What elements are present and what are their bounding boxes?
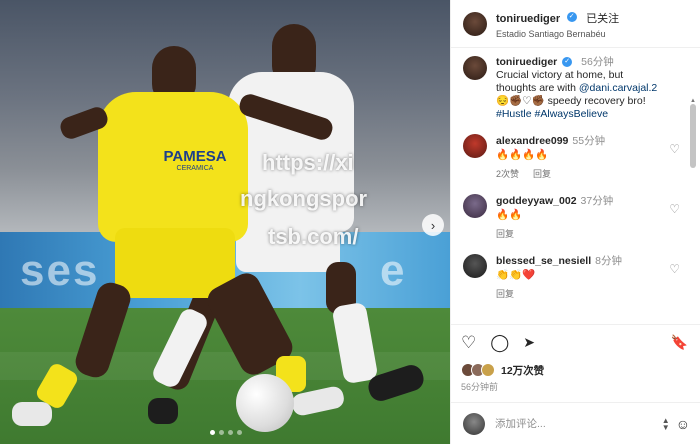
comment-icon[interactable]: ◯ [490,333,509,353]
avatar[interactable] [463,134,487,158]
caption-body: toniruediger ✓ 56分钟 Crucial victory at h… [496,56,657,121]
shirt-sponsor: PAMESA CERAMICA [160,148,230,172]
reply-button[interactable]: 回复 [496,287,514,301]
comment-text: 🔥🔥 [496,209,523,221]
comment-text: 👏👏❤️ [496,269,536,281]
post-sidebar: toniruediger ✓ 已关注 Estadio Santiago Bern… [450,0,700,444]
white-player-boot-left [148,398,178,424]
comment-time: 55分钟 [572,135,606,147]
next-photo-button[interactable]: › [422,214,444,236]
reply-button[interactable]: 回复 [496,227,514,241]
posted-ago: 56分钟前 [461,382,499,392]
emoji-icon[interactable]: ☺ [676,416,690,432]
comment-username[interactable]: blessed_se_nesiell [496,255,591,267]
instagram-post-window: ses e PAMESA CERAMICA https://xi ngkongs… [0,0,700,444]
comment-text: 🔥🔥🔥🔥 [496,149,549,161]
following-status[interactable]: 已关注 [586,13,619,25]
post-caption: toniruediger ✓ 56分钟 Crucial victory at h… [463,56,686,121]
carousel-dot [237,430,242,435]
like-heart-icon[interactable]: ♡ [461,333,476,353]
comment-likes-count[interactable]: 2次赞 [496,167,519,181]
avatar[interactable] [463,194,487,218]
carousel-dot [228,430,233,435]
watermark-line3: tsb.com/ [268,224,359,249]
heart-icon[interactable]: ♡ [669,142,680,156]
caption-line2-prefix: thoughts are with [496,82,579,94]
comment-time: 37分钟 [580,195,614,207]
likes-count[interactable]: 12万次赞 [501,363,544,378]
scroll-up-arrow-icon[interactable]: ▲ [690,98,696,104]
caption-line2: thoughts are with @dani.carvajal.2 [496,82,657,95]
add-comment-bar: ▲▼ ☺ [451,402,700,444]
yellow-player-boot-left [12,402,52,426]
reply-button[interactable]: 回复 [533,167,551,181]
caption-time: 56分钟 [581,56,614,68]
avatar[interactable] [463,56,487,80]
heart-icon[interactable]: ♡ [669,202,680,216]
caption-emojis: 😔✊🏾♡✊🏾 [496,95,545,107]
comment-username[interactable]: goddeyyaw_002 [496,195,577,207]
comments-scroll-area[interactable]: toniruediger ✓ 56分钟 Crucial victory at h… [451,48,700,324]
comment-username[interactable]: alexandree099 [496,135,568,147]
avatar[interactable] [463,254,487,278]
avatar[interactable] [463,11,487,36]
watermark-line2: ngkongspor [240,186,368,211]
comment-body: goddeyyaw_002 37分钟 🔥🔥 回复 [496,194,613,241]
comment-actions: 2次赞 回复 [496,167,605,181]
post-actions-bar: ♡ ◯ ➤ 🔖 [451,324,700,360]
post-header: toniruediger ✓ 已关注 Estadio Santiago Bern… [451,0,700,48]
football [236,374,294,432]
comment-actions: 回复 [496,227,613,241]
comment-item: blessed_se_nesiell 8分钟 👏👏❤️ 回复 ♡ [463,254,686,301]
add-comment-input[interactable] [495,417,662,430]
share-icon[interactable]: ➤ [523,334,535,351]
verified-icon: ✓ [566,12,577,23]
post-photo[interactable]: ses e PAMESA CERAMICA https://xi ngkongs… [0,0,450,444]
caption-tail: speedy recovery bro! [547,95,646,107]
avatar [463,412,485,435]
watermark-line1: https://xi [262,150,354,175]
carousel-dot [219,430,224,435]
shirt-sponsor-sub: CERAMICA [176,165,214,172]
comment-time: 8分钟 [595,255,622,267]
comment-item: goddeyyaw_002 37分钟 🔥🔥 回复 ♡ [463,194,686,241]
caption-line3: 😔✊🏾♡✊🏾 speedy recovery bro! [496,95,657,108]
verified-icon: ✓ [562,57,573,68]
likes-row: 12万次赞 [451,360,700,380]
comment-body: blessed_se_nesiell 8分钟 👏👏❤️ 回复 [496,254,622,301]
mention-link[interactable]: @dani.carvajal.2 [579,82,657,94]
resize-stepper-icon[interactable]: ▲ ▼ [662,416,670,431]
scrollbar-thumb[interactable] [690,104,696,168]
liker-avatar [481,363,495,377]
post-header-meta: toniruediger ✓ 已关注 Estadio Santiago Bern… [496,9,619,39]
post-location[interactable]: Estadio Santiago Bernabéu [496,29,619,39]
heart-icon[interactable]: ♡ [669,262,680,276]
carousel-dots [210,430,242,435]
bookmark-icon[interactable]: 🔖 [671,334,688,351]
author-username[interactable]: toniruediger [496,13,560,25]
caption-line1: Crucial victory at home, but [496,69,624,81]
chevron-right-icon: › [430,217,436,233]
caption-username[interactable]: toniruediger [496,56,557,68]
shirt-sponsor-text: PAMESA [163,148,227,165]
board-text: ses [20,246,100,295]
board-text-right: e [380,246,407,295]
carousel-dot [210,430,215,435]
comment-item: alexandree099 55分钟 🔥🔥🔥🔥 2次赞 回复 ♡ [463,134,686,181]
comment-actions: 回复 [496,287,622,301]
hashtags-link[interactable]: #Hustle #AlwaysBelieve [496,108,657,121]
comment-body: alexandree099 55分钟 🔥🔥🔥🔥 2次赞 回复 [496,134,605,181]
